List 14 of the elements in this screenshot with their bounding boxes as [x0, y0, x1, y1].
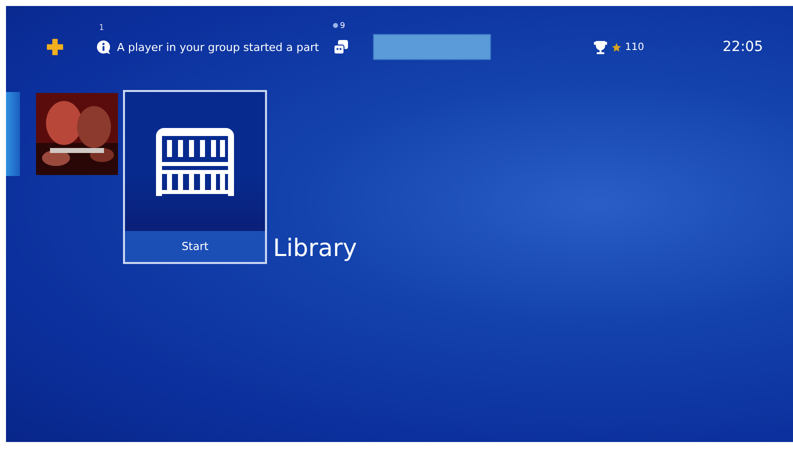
start-button[interactable]: Start	[125, 231, 265, 262]
friends-online-count: 9	[332, 21, 346, 30]
notification-count: 1	[99, 22, 104, 32]
trophy-level: 110	[624, 42, 644, 52]
info-icon[interactable]	[96, 40, 111, 54]
trophy-icon[interactable]	[592, 40, 608, 54]
plus-icon[interactable]	[46, 38, 64, 56]
library-tile[interactable]: Start	[123, 90, 267, 264]
friends-icon[interactable]	[332, 39, 349, 55]
tile-title: Library	[273, 234, 357, 262]
clock: 22:05	[722, 39, 763, 55]
library-icon	[156, 128, 234, 196]
notification-text: A player in your group started a part	[117, 40, 319, 54]
star-icon	[612, 42, 621, 52]
